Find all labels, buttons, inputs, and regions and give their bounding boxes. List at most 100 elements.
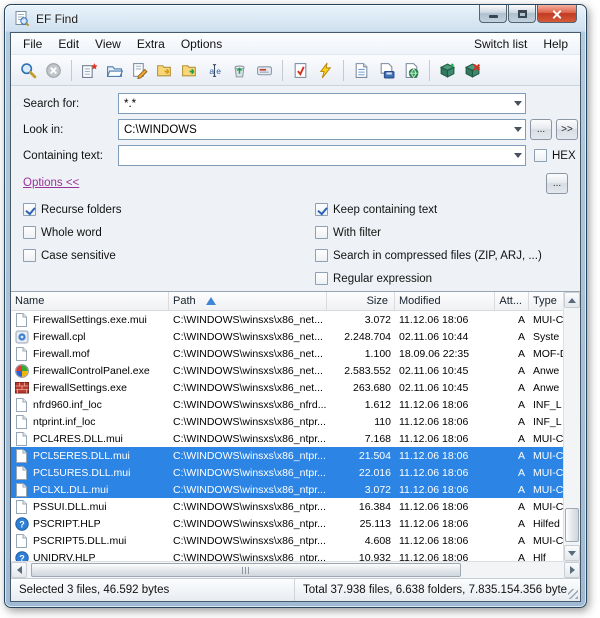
copy-icon <box>156 62 173 79</box>
menu-switch-list[interactable]: Switch list <box>466 34 535 54</box>
scroll-right-button[interactable] <box>564 562 580 578</box>
list-header: Name Path Size Modified Att... Type <box>11 292 563 311</box>
scroll-down-button[interactable] <box>564 545 580 561</box>
table-row[interactable]: PCL5ERES.DLL.mui C:\WINDOWS\winsxs\x86_nt… <box>11 447 563 464</box>
containing-text-combobox[interactable] <box>118 145 526 166</box>
table-row[interactable]: PCL4RES.DLL.mui C:\WINDOWS\winsxs\x86_ntp… <box>11 430 563 447</box>
menu-options[interactable]: Options <box>173 34 230 54</box>
file-size: 2.248.704 <box>344 330 391 343</box>
table-row[interactable]: FirewallSettings.exe C:\WINDOWS\winsxs\x8… <box>11 379 563 396</box>
new-search-button[interactable] <box>77 58 102 83</box>
table-row[interactable]: PCLXL.DLL.mui C:\WINDOWS\winsxs\x86_ntpr.… <box>11 481 563 498</box>
search-for-combobox[interactable]: *.* <box>118 93 526 114</box>
horizontal-scroll-thumb[interactable] <box>31 563 461 577</box>
checksum-button[interactable] <box>288 58 313 83</box>
menu-extra[interactable]: Extra <box>129 34 173 54</box>
vertical-scroll-thumb[interactable] <box>565 508 579 542</box>
uninstall-button[interactable] <box>460 58 485 83</box>
unchecked-checkbox-icon[interactable] <box>315 249 328 262</box>
scroll-left-button[interactable] <box>11 562 27 578</box>
close-button[interactable] <box>537 5 577 23</box>
chevron-down-icon[interactable] <box>514 101 522 106</box>
hex-checkbox-box[interactable] <box>534 149 547 162</box>
save-button[interactable] <box>374 58 399 83</box>
unchecked-checkbox-icon[interactable] <box>315 226 328 239</box>
open-button[interactable] <box>102 58 127 83</box>
look-in-combobox[interactable]: C:\WINDOWS <box>118 119 526 140</box>
unchecked-checkbox-icon[interactable] <box>315 272 328 285</box>
maximize-button[interactable] <box>508 5 536 23</box>
vertical-scrollbar[interactable] <box>563 292 580 561</box>
menu-edit[interactable]: Edit <box>50 34 87 54</box>
checkbox-whole-word[interactable]: Whole word <box>23 226 102 239</box>
stop-icon <box>45 62 62 79</box>
stop-button[interactable] <box>41 58 66 83</box>
hex-checkbox[interactable]: HEX <box>534 149 576 162</box>
doc-file-icon <box>15 482 30 497</box>
column-header-path[interactable]: Path <box>169 292 327 310</box>
move-button[interactable] <box>177 58 202 83</box>
checkbox-recurse-folders[interactable]: Recurse folders <box>23 203 122 216</box>
table-row[interactable]: Firewall.mof C:\WINDOWS\winsxs\x86_net...… <box>11 345 563 362</box>
menu-file[interactable]: File <box>15 34 50 54</box>
report-button[interactable] <box>349 58 374 83</box>
recycle-bin-button[interactable] <box>227 58 252 83</box>
horizontal-scrollbar[interactable] <box>11 561 580 578</box>
search-button[interactable] <box>16 58 41 83</box>
checked-checkbox-icon[interactable] <box>315 203 328 216</box>
install-button[interactable] <box>435 58 460 83</box>
checkbox-case-sensitive[interactable]: Case sensitive <box>23 249 116 262</box>
unchecked-checkbox-icon[interactable] <box>23 226 36 239</box>
copy-button[interactable] <box>152 58 177 83</box>
uninstall-icon <box>464 62 481 79</box>
table-row[interactable]: ntprint.inf_loc C:\WINDOWS\winsxs\x86_ntp… <box>11 413 563 430</box>
web-export-button[interactable] <box>399 58 424 83</box>
table-row[interactable]: PCL5URES.DLL.mui C:\WINDOWS\winsxs\x86_nt… <box>11 464 563 481</box>
table-row[interactable]: ? PSCRIPT.HLP C:\WINDOWS\winsxs\x86_ntpr..… <box>11 515 563 532</box>
rename-button[interactable]: ae <box>202 58 227 83</box>
checkbox-search-in-compressed-files-zip-arj[interactable]: Search in compressed files (ZIP, ARJ, ..… <box>315 249 542 262</box>
doc-file-icon <box>15 397 30 412</box>
resize-grip[interactable] <box>568 589 578 599</box>
column-header-type[interactable]: Type <box>529 292 563 310</box>
shortcut-button[interactable] <box>252 58 277 83</box>
table-row[interactable]: FirewallSettings.exe.mui C:\WINDOWS\winsx… <box>11 311 563 328</box>
checkbox-regular-expression[interactable]: Regular expression <box>315 272 432 285</box>
unchecked-checkbox-icon[interactable] <box>23 249 36 262</box>
file-name: PSSUI.DLL.mui <box>33 500 107 513</box>
browse-folder-button[interactable]: ... <box>530 119 552 140</box>
expand-paths-button[interactable]: >> <box>556 119 578 140</box>
checkbox-with-filter[interactable]: With filter <box>315 226 381 239</box>
checkbox-keep-containing-text[interactable]: Keep containing text <box>315 203 437 216</box>
table-row[interactable]: PSCRIPT5.DLL.mui C:\WINDOWS\winsxs\x86_nt… <box>11 532 563 549</box>
column-header-label: Name <box>15 295 45 307</box>
minimize-button[interactable] <box>479 5 507 23</box>
checked-checkbox-icon[interactable] <box>23 203 36 216</box>
column-header-modified[interactable]: Modified <box>395 292 495 310</box>
doc-file-icon <box>15 312 30 327</box>
scroll-up-button[interactable] <box>564 292 580 308</box>
table-row[interactable]: PSSUI.DLL.mui C:\WINDOWS\winsxs\x86_ntpr.… <box>11 498 563 515</box>
table-row[interactable]: FirewallControlPanel.exe C:\WINDOWS\winsx… <box>11 362 563 379</box>
file-modified: 11.12.06 18:06 <box>399 432 469 445</box>
client-area: File Edit View Extra Options Switch list Help… <box>10 32 581 602</box>
column-header-name[interactable]: Name <box>11 292 169 310</box>
column-header-att[interactable]: Att... <box>495 292 529 310</box>
table-row[interactable]: ? UNIDRV.HLP C:\WINDOWS\winsxs\x86_ntpr...… <box>11 549 563 561</box>
title-bar[interactable]: EF Find <box>5 5 586 32</box>
file-path: C:\WINDOWS\winsxs\x86_ntpr... <box>173 432 326 445</box>
chevron-down-icon[interactable] <box>514 127 522 132</box>
file-type: Hlf <box>533 551 546 562</box>
filter-more-button[interactable]: ... <box>546 173 568 194</box>
options-toggle-link[interactable]: Options << <box>23 177 79 189</box>
menu-help[interactable]: Help <box>535 34 576 54</box>
chevron-down-icon[interactable] <box>514 153 522 158</box>
table-row[interactable]: nfrd960.inf_loc C:\WINDOWS\winsxs\x86_nfr… <box>11 396 563 413</box>
table-row[interactable]: Firewall.cpl C:\WINDOWS\winsxs\x86_net...… <box>11 328 563 345</box>
edit-button[interactable] <box>127 58 152 83</box>
file-size: 25.113 <box>359 517 391 530</box>
execute-button[interactable] <box>313 58 338 83</box>
column-header-size[interactable]: Size <box>327 292 395 310</box>
menu-view[interactable]: View <box>87 34 129 54</box>
file-path: C:\WINDOWS\winsxs\x86_net... <box>173 313 323 326</box>
